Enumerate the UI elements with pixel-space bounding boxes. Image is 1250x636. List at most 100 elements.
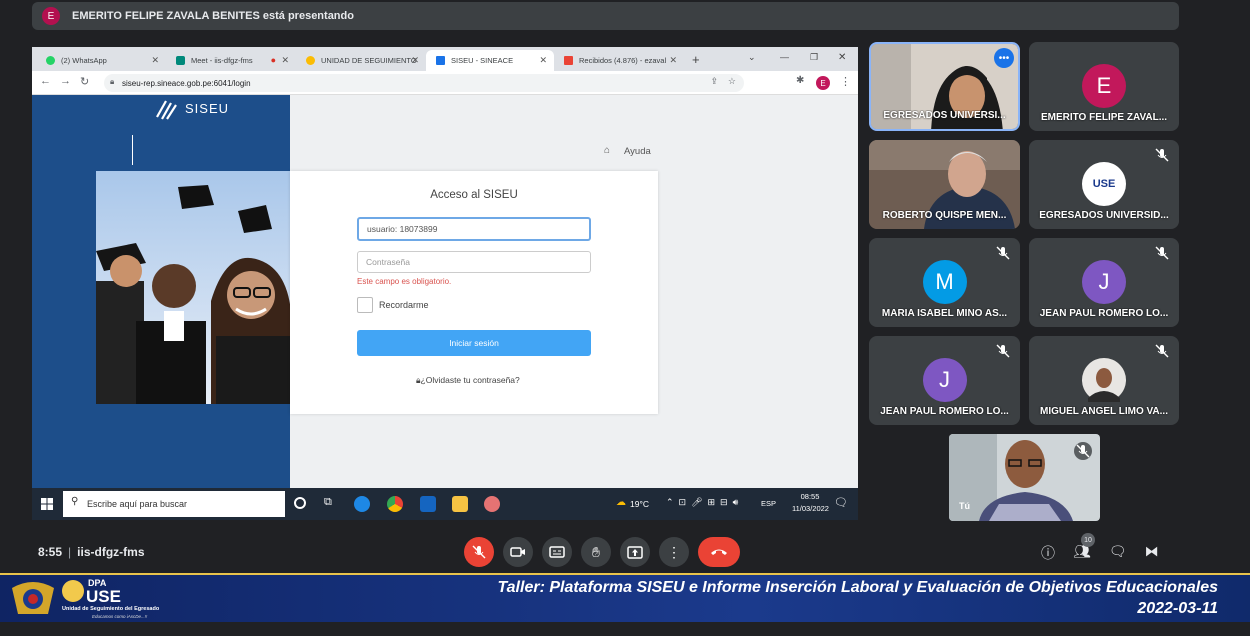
minimize-icon[interactable]: —: [780, 52, 789, 62]
raise-hand-button[interactable]: ✋︎: [581, 537, 611, 567]
windows-taskbar: ⚲ Escribe aquí para buscar ⧉ ☁ 19°C ⌃⊡🎤︎…: [32, 488, 858, 520]
tab-whatsapp[interactable]: (2) WhatsApp ✕: [36, 50, 166, 71]
close-icon[interactable]: ✕: [669, 55, 677, 66]
more-options-icon[interactable]: •••: [994, 48, 1014, 68]
more-options-button[interactable]: ⋮: [659, 537, 689, 567]
remember-checkbox[interactable]: [357, 297, 373, 313]
mic-toggle-button[interactable]: [464, 537, 494, 567]
participant-tile[interactable]: USE EGRESADOS UNIVERSID...: [1029, 140, 1179, 229]
presenting-banner: E EMERITO FELIPE ZAVALA BENITES está pre…: [32, 2, 1179, 30]
more-menu-icon[interactable]: ⋮: [840, 75, 851, 88]
hang-up-icon: [711, 549, 727, 555]
forgot-password-link[interactable]: 🔒︎¿Olvidaste tu contraseña?: [416, 375, 520, 386]
password-input[interactable]: Contraseña: [357, 251, 591, 273]
taskbar-search-box[interactable]: ⚲ Escribe aquí para buscar: [63, 491, 285, 517]
window-close-icon[interactable]: ✕: [838, 52, 846, 63]
tab-siseu[interactable]: SISEU - SINEACE ✕: [426, 50, 554, 71]
university-seal-icon: [12, 582, 54, 614]
shared-screen: (2) WhatsApp ✕ Meet - iis-dfgz-fms ● ✕ UNID…: [32, 47, 858, 520]
text-cursor: [132, 135, 133, 165]
forgot-label: ¿Olvidaste tu contraseña?: [420, 375, 520, 385]
present-button[interactable]: [620, 537, 650, 567]
participant-tile[interactable]: E EMERITO FELIPE ZAVAL...: [1029, 42, 1179, 131]
use-logo-mark: [62, 580, 84, 602]
back-icon[interactable]: ←: [40, 75, 51, 87]
event-date: 2022-03-11: [1137, 600, 1218, 617]
activities-icon[interactable]: ⧓: [1145, 543, 1159, 563]
present-screen-icon: [627, 545, 643, 559]
leave-call-button[interactable]: [698, 537, 740, 567]
login-button[interactable]: Iniciar sesión: [357, 330, 591, 356]
participant-avatar: M: [922, 260, 967, 304]
meeting-info: 8:55 | iis-dfgz-fms: [38, 545, 145, 559]
self-label: Tú: [959, 501, 970, 511]
notifications-icon[interactable]: 🗨︎: [834, 496, 848, 509]
cortana-icon[interactable]: [294, 497, 306, 509]
event-title: Taller: Plataforma SISEU e Informe Inser…: [497, 579, 1218, 596]
close-icon[interactable]: ✕: [281, 55, 289, 66]
meeting-time: 8:55: [38, 545, 63, 559]
new-tab-button[interactable]: +: [692, 52, 700, 67]
presenting-text: EMERITO FELIPE ZAVALA BENITES está prese…: [72, 10, 354, 22]
maximize-icon[interactable]: ❐: [810, 52, 818, 63]
profile-avatar[interactable]: E: [816, 76, 830, 90]
tab-unidad[interactable]: UNIDAD DE SEGUIMIENTO ✕: [296, 50, 426, 71]
extensions-icon[interactable]: ✱: [796, 75, 804, 86]
close-icon[interactable]: ✕: [411, 55, 419, 66]
participant-tile[interactable]: M MARIA ISABEL MINO AS...: [869, 238, 1020, 327]
presenter-avatar: E: [42, 7, 60, 25]
siseu-favicon-icon: [436, 56, 445, 65]
help-link[interactable]: Ayuda: [624, 146, 651, 157]
share-icon[interactable]: ⇪: [710, 76, 718, 87]
edge-icon[interactable]: [354, 496, 370, 512]
reload-icon[interactable]: ↻: [80, 75, 89, 88]
participant-name: ROBERTO QUISPE MEN...: [882, 210, 1007, 221]
hand-icon: ✋︎: [592, 543, 600, 560]
captions-button[interactable]: [542, 537, 572, 567]
participant-tile[interactable]: ••• EGRESADOS UNIVERSI...: [869, 42, 1020, 131]
tab-search-icon[interactable]: ⌄: [748, 52, 756, 63]
people-count-badge: 10: [1081, 533, 1095, 547]
taskbar-clock[interactable]: 08:55 11/03/2022: [792, 492, 829, 513]
camera-toggle-button[interactable]: [503, 537, 533, 567]
app-icon[interactable]: [484, 496, 500, 512]
taskbar-search-text: Escribe aquí para buscar: [87, 499, 188, 509]
participant-tile[interactable]: MIGUEL ANGEL LIMO VA...: [1029, 336, 1179, 425]
tab-gmail[interactable]: Recibidos (4.876) - ezaval ✕: [554, 50, 684, 71]
word-icon[interactable]: [420, 496, 436, 512]
close-icon[interactable]: ✕: [539, 55, 547, 66]
chrome-icon[interactable]: [387, 496, 403, 512]
separator: |: [68, 545, 72, 559]
url-text: siseu-rep.sineace.gob.pe:6041/login: [122, 78, 251, 88]
gmail-icon: [564, 56, 573, 65]
whatsapp-icon: [46, 56, 55, 65]
task-view-icon[interactable]: ⧉: [324, 496, 332, 509]
forward-icon[interactable]: →: [60, 75, 71, 87]
side-controls: ⓘ 👥︎ 10 🗨︎ ⧓: [1041, 533, 1159, 563]
bookmark-star-icon[interactable]: ☆: [728, 76, 736, 87]
url-field[interactable]: 🔒︎ siseu-rep.sineace.gob.pe:6041/login ⇪…: [104, 74, 744, 92]
windows-start-icon[interactable]: [41, 498, 53, 510]
meeting-code: iis-dfgz-fms: [77, 545, 145, 559]
participant-tile[interactable]: ROBERTO QUISPE MEN...: [869, 140, 1020, 229]
muted-mic-icon: [1155, 246, 1169, 260]
language-indicator[interactable]: ESP: [761, 499, 776, 508]
participant-tile[interactable]: J JEAN PAUL ROMERO LO...: [1029, 238, 1179, 327]
remember-label: Recordarme: [379, 300, 429, 310]
chat-icon[interactable]: 🗨︎: [1109, 543, 1127, 563]
tray-icons[interactable]: ⌃⊡🎤︎⊞⊟🔊︎: [666, 497, 743, 508]
self-view-tile[interactable]: Tú: [949, 434, 1100, 521]
participant-name: JEAN PAUL ROMERO LO...: [1039, 308, 1169, 319]
close-icon[interactable]: ✕: [151, 55, 159, 66]
participant-tile[interactable]: J JEAN PAUL ROMERO LO...: [869, 336, 1020, 425]
meeting-info-icon[interactable]: ⓘ: [1041, 543, 1055, 563]
participant-avatar: J: [1082, 260, 1126, 304]
tab-label: Meet - iis-dfgz-fms: [191, 56, 253, 65]
username-input[interactable]: usuario: 18073899: [357, 217, 591, 241]
tab-meet[interactable]: Meet - iis-dfgz-fms ● ✕: [166, 50, 296, 71]
graduates-photo: [96, 171, 291, 404]
meet-window: E EMERITO FELIPE ZAVALA BENITES está pre…: [0, 0, 1250, 636]
people-button[interactable]: 👥︎ 10: [1073, 533, 1095, 563]
participant-name: MARIA ISABEL MINO AS...: [881, 308, 1008, 319]
file-explorer-icon[interactable]: [452, 496, 468, 512]
